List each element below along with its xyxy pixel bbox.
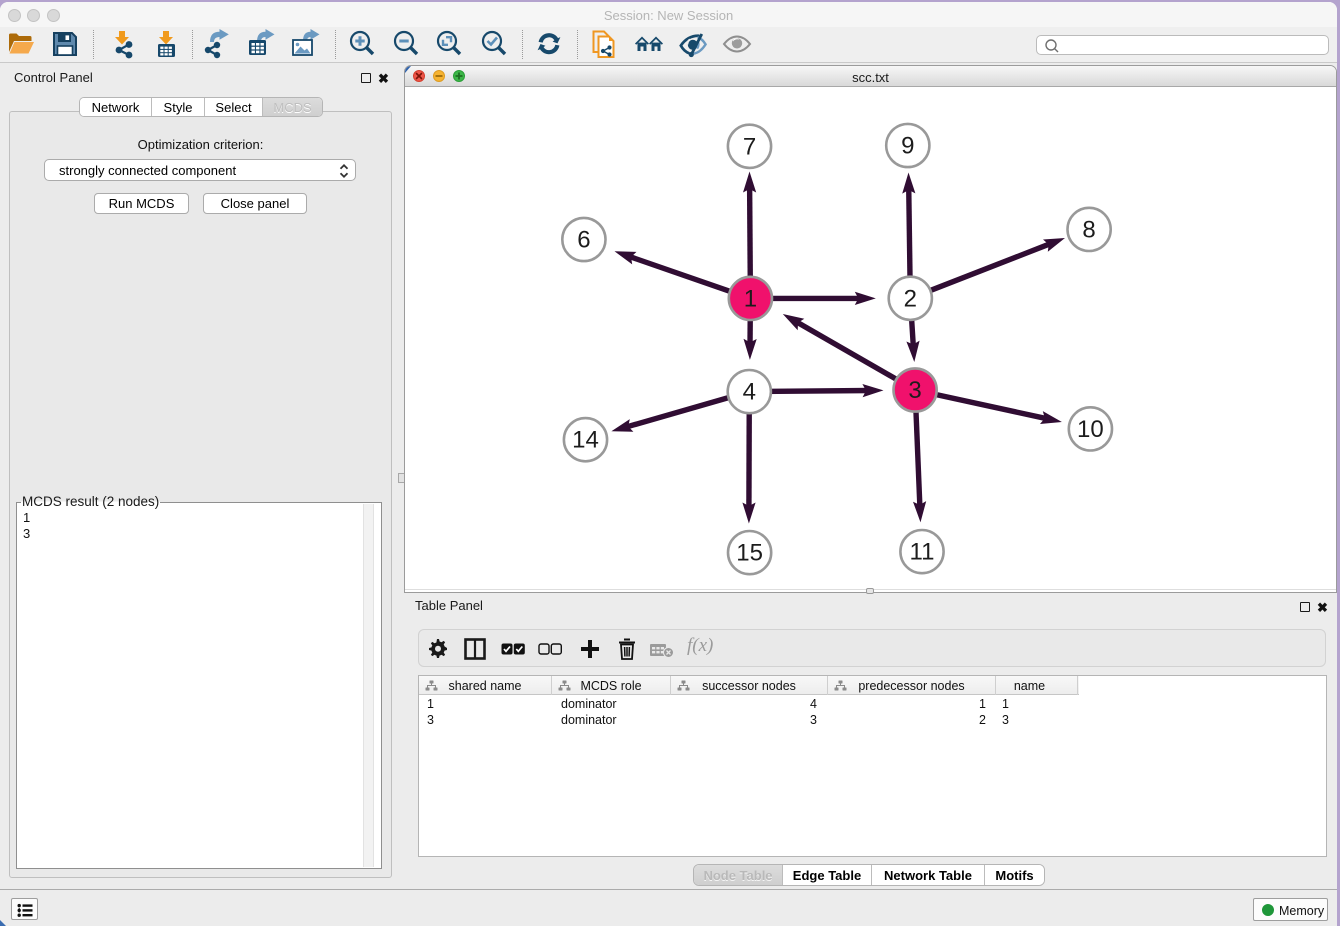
svg-text:14: 14 [572,427,599,454]
svg-text:6: 6 [577,227,590,254]
svg-text:1: 1 [744,285,757,312]
svg-text:15: 15 [736,540,763,567]
svg-text:11: 11 [910,539,935,566]
svg-text:4: 4 [743,379,756,406]
svg-text:8: 8 [1082,216,1095,243]
svg-text:9: 9 [901,133,914,160]
svg-text:10: 10 [1077,416,1104,443]
svg-text:7: 7 [743,133,756,160]
svg-text:2: 2 [904,285,917,312]
svg-text:3: 3 [908,377,921,404]
